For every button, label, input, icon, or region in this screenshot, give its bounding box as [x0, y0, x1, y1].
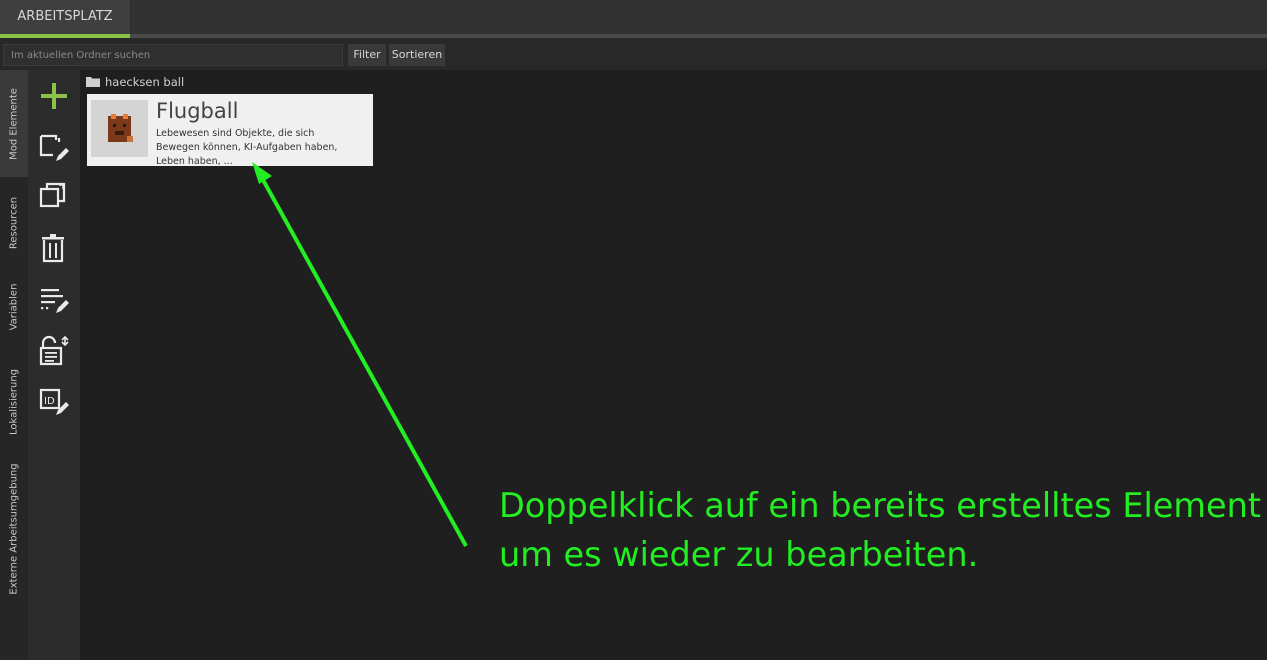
- side-tabs: Mod Elemente Resourcen Variablen Lokalis…: [0, 70, 28, 660]
- properties-icon[interactable]: [38, 284, 70, 316]
- side-tab-resources[interactable]: Resourcen: [0, 177, 28, 269]
- folder-icon: [86, 77, 100, 87]
- svg-text:ID: ID: [44, 396, 55, 407]
- sort-button[interactable]: Sortieren: [389, 44, 445, 66]
- breadcrumb-folder[interactable]: haecksen ball: [105, 74, 184, 90]
- id-icon[interactable]: ID: [38, 386, 70, 418]
- duplicate-icon[interactable]: [38, 182, 70, 214]
- annotation-line-1: Doppelklick auf ein bereits erstelltes E…: [499, 486, 1262, 525]
- edit-icon[interactable]: [38, 132, 70, 164]
- annotation-line-2: um es wieder zu bearbeiten.: [499, 535, 979, 574]
- delete-icon[interactable]: [38, 232, 70, 264]
- side-tab-localization[interactable]: Lokalisierung: [0, 344, 28, 459]
- lock-icon[interactable]: [38, 334, 70, 366]
- add-icon[interactable]: [38, 80, 70, 112]
- search-input[interactable]: [3, 44, 343, 66]
- tab-workspace[interactable]: ARBEITSPLATZ: [0, 0, 131, 34]
- mob-face-icon: [108, 114, 133, 142]
- filter-button[interactable]: Filter: [348, 44, 386, 66]
- mod-element-card[interactable]: Flugball Lebewesen sind Objekte, die sic…: [87, 94, 373, 166]
- element-thumbnail: [91, 100, 148, 157]
- side-tab-variables[interactable]: Variablen: [0, 269, 28, 344]
- side-tab-external-workspace[interactable]: Externe Arbeitsumgebung: [0, 459, 28, 599]
- annotation-text: Doppelklick auf ein bereits erstelltes E…: [499, 481, 1262, 579]
- side-tab-mod-elements[interactable]: Mod Elemente: [0, 70, 28, 177]
- element-description: Lebewesen sind Objekte, die sich Bewegen…: [156, 128, 338, 165]
- toolbar: Filter Sortieren: [0, 38, 1267, 70]
- top-bar: ARBEITSPLATZ: [0, 0, 1267, 34]
- tool-icon-bar: ID: [28, 70, 80, 660]
- element-title: Flugball: [156, 99, 239, 123]
